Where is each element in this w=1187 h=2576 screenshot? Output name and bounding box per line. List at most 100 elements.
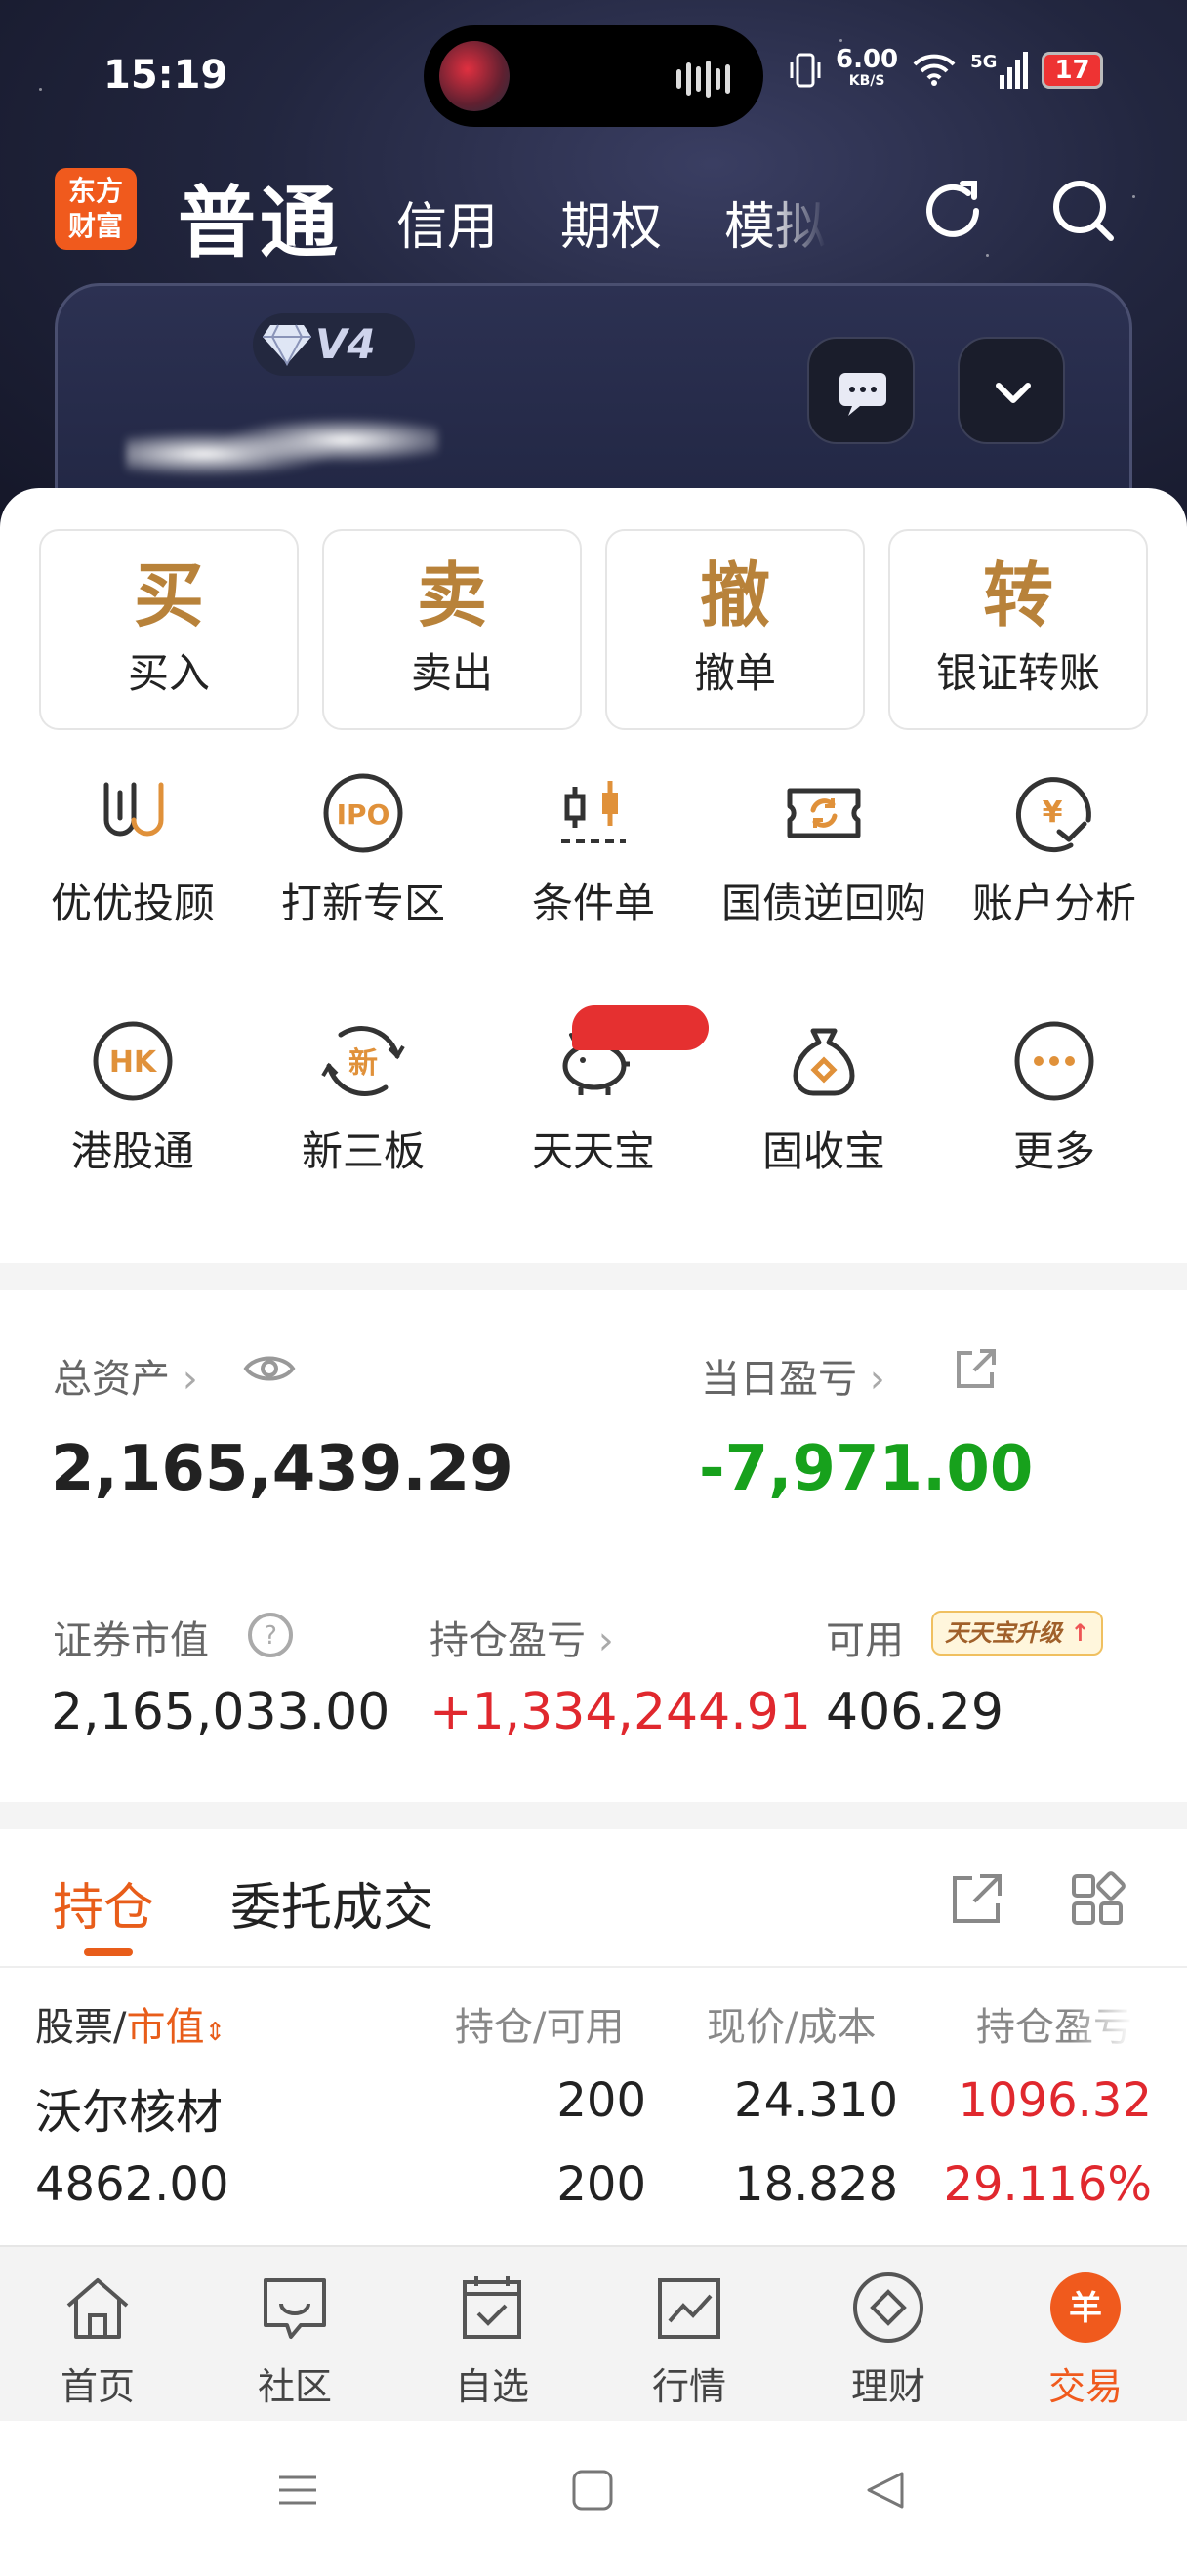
layout-grid-icon[interactable] (1068, 1870, 1126, 1929)
battery-indicator: 17 (1042, 52, 1103, 89)
app-logo: 东方财富 (55, 168, 137, 250)
status-time: 15:19 (103, 53, 228, 98)
holding-pl-label[interactable]: 持仓盈亏 › (430, 1609, 614, 1665)
col-price[interactable]: 现价/成本 (707, 1995, 876, 2052)
service-fixed-income[interactable]: 固收宝 (709, 1019, 939, 1178)
cancel-order-button[interactable]: 撤撤单 (605, 529, 865, 730)
nav-market[interactable]: 行情 (631, 2269, 748, 2410)
svg-text:新: 新 (348, 1046, 378, 1081)
section-divider (0, 1263, 1187, 1290)
market-value-label: 证券市值 (53, 1618, 209, 1663)
chat-icon (264, 2278, 326, 2339)
col-pl[interactable]: 持仓盈亏 (976, 1995, 1132, 2052)
ticket-icon (787, 788, 861, 838)
stock-name: 沃尔核材 (35, 2085, 224, 2140)
bottom-nav: 首页 社区 自选 行情 理财 羊 交易 (0, 2245, 1187, 2421)
tab-orders[interactable]: 委托成交 (230, 1866, 433, 1940)
home-icon (66, 2278, 129, 2339)
menu-icon[interactable] (275, 2468, 320, 2513)
hk-icon: HK (93, 1021, 173, 1101)
uu-icon (103, 782, 164, 837)
external-link-icon[interactable] (953, 1347, 998, 1392)
tiantianbao-upgrade-badge[interactable]: 天天宝升级 ↑ (931, 1611, 1104, 1656)
yuan-chart-icon: ¥ (1015, 777, 1091, 853)
available-value: 406.29 (826, 1683, 1003, 1741)
yuan-circle-icon: 羊 (1050, 2272, 1121, 2343)
service-new-third-board[interactable]: 新 新三板 (248, 1019, 478, 1178)
status-right: 6.00 KB/S 5G 17 (789, 45, 1103, 92)
tab-underline (0, 1966, 1187, 1968)
stock-price: 24.310 (734, 2073, 898, 2128)
stock-market-value: 4862.00 (35, 2157, 229, 2212)
dynamic-island (424, 25, 763, 127)
system-nav-bar (0, 2421, 1187, 2576)
top-nav: 东方财富 普通 信用 期权 模拟 (0, 156, 1187, 268)
money-bag-icon (793, 1028, 855, 1096)
stock-avail: 200 (556, 2157, 646, 2212)
buy-button[interactable]: 买买入 (39, 529, 299, 730)
svg-text:¥: ¥ (1043, 796, 1063, 830)
svg-text:?: ? (264, 1621, 277, 1651)
eye-icon[interactable] (242, 1349, 297, 1388)
stock-pl: 1096.32 (958, 2073, 1153, 2128)
nav-wealth[interactable]: 理财 (830, 2269, 947, 2410)
tab-simulation[interactable]: 模拟 (724, 185, 826, 259)
checkbox-icon (463, 2276, 521, 2339)
daily-pl-value: -7,971.00 (699, 1433, 1034, 1505)
service-ipo[interactable]: IPO 打新专区 (248, 771, 478, 930)
tab-credit[interactable]: 信用 (396, 185, 498, 259)
service-reverse-repo[interactable]: 国债逆回购 (709, 771, 939, 930)
service-hk-connect[interactable]: HK 港股通 (18, 1019, 248, 1178)
wifi-icon (913, 54, 956, 86)
header-background: 15:19 6.00 KB/S 5G 17 东方财富 普通 信用 期权 模拟 V… (0, 0, 1187, 547)
vibrate-icon (790, 53, 821, 88)
audio-wave-icon (676, 61, 730, 98)
sell-button[interactable]: 卖卖出 (322, 529, 582, 730)
line-chart-icon (658, 2278, 720, 2339)
chevron-down-icon (996, 383, 1031, 403)
tab-options[interactable]: 期权 (560, 185, 662, 259)
quick-actions: 买买入 卖卖出 撤撤单 转银证转账 (39, 529, 1148, 730)
help-icon[interactable]: ? (246, 1611, 295, 1659)
more-icon (1014, 1021, 1094, 1101)
svg-text:HK: HK (109, 1045, 158, 1080)
message-button[interactable] (807, 337, 915, 444)
total-assets-label[interactable]: 总资产 › (53, 1347, 198, 1404)
refresh-icon[interactable] (914, 172, 992, 250)
net-speed: 6.00 KB/S (836, 45, 899, 89)
account-name-blurred (126, 413, 438, 481)
promo-badge (572, 1005, 709, 1050)
message-icon (839, 373, 886, 416)
nav-community[interactable]: 社区 (236, 2269, 353, 2410)
tab-positions[interactable]: 持仓 (53, 1866, 154, 1940)
home-square-icon[interactable] (570, 2468, 615, 2513)
stock-cost: 18.828 (734, 2157, 898, 2212)
holding-pl-value: +1,334,244.91 (430, 1683, 811, 1741)
diamond-outline-icon (853, 2272, 923, 2343)
col-qty[interactable]: 持仓/可用 (455, 1995, 624, 2052)
stock-pl-pct: 29.116% (943, 2157, 1152, 2212)
nav-watchlist[interactable]: 自选 (433, 2269, 551, 2410)
tab-indicator (84, 1948, 133, 1956)
bank-transfer-button[interactable]: 转银证转账 (888, 529, 1148, 730)
nav-trade[interactable]: 羊 交易 (1027, 2269, 1144, 2410)
tab-normal[interactable]: 普通 (178, 160, 342, 273)
svg-text:羊: 羊 (1069, 2289, 1102, 2328)
service-conditional-order[interactable]: 条件单 (478, 771, 709, 930)
service-uu-advisor[interactable]: 优优投顾 (18, 771, 248, 930)
music-avatar-icon (439, 41, 510, 111)
total-assets-value: 2,165,439.29 (51, 1433, 513, 1505)
daily-pl-label[interactable]: 当日盈亏 › (701, 1347, 885, 1404)
service-account-analysis[interactable]: ¥ 账户分析 (939, 771, 1169, 930)
vip-level-badge: V4 (253, 313, 415, 376)
nav-home[interactable]: 首页 (39, 2269, 156, 2410)
expand-account-button[interactable] (958, 337, 1065, 444)
service-more[interactable]: 更多 (939, 1019, 1169, 1178)
stock-qty: 200 (556, 2073, 646, 2128)
col-stock[interactable]: 股票/市值⇕ (35, 1995, 225, 2052)
share-icon[interactable] (947, 1870, 1005, 1929)
new-board-icon: 新 (321, 1026, 405, 1096)
search-icon[interactable] (1044, 172, 1123, 250)
back-icon[interactable] (863, 2468, 908, 2513)
diamond-icon (263, 324, 311, 367)
